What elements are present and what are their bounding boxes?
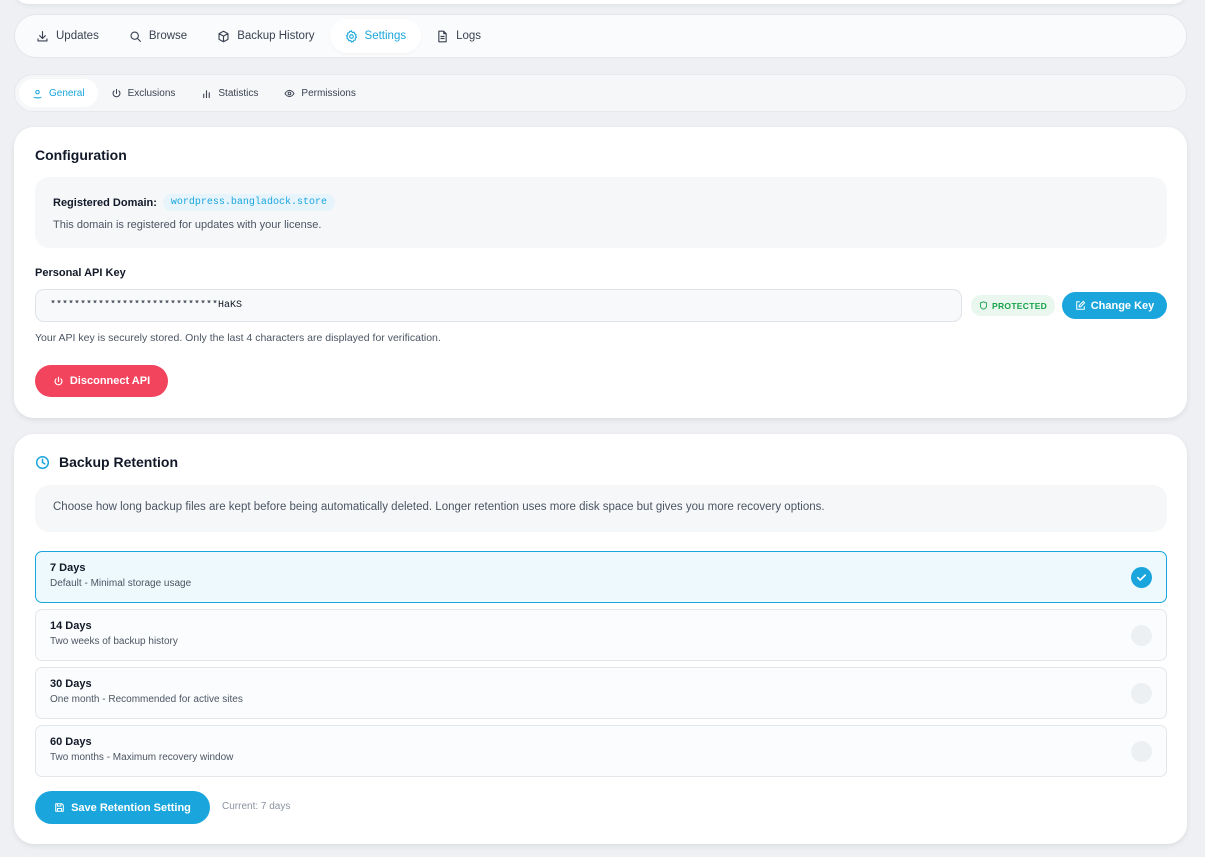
- eye-icon: [284, 89, 295, 97]
- disconnect-api-button[interactable]: Disconnect API: [35, 365, 168, 397]
- subtab-exclusions-label: Exclusions: [127, 87, 176, 99]
- power-icon: [112, 88, 121, 97]
- radio-unselected: [1131, 683, 1152, 704]
- bar-chart-icon: [203, 89, 211, 98]
- retention-title-text: Backup Retention: [59, 454, 179, 470]
- option-title: 7 Days: [50, 562, 86, 574]
- domain-note: This domain is registered for updates wi…: [53, 219, 322, 231]
- retention-option-7-days[interactable]: 7 Days Default - Minimal storage usage: [35, 551, 1167, 603]
- retention-info-box: Choose how long backup files are kept be…: [35, 485, 1167, 532]
- tab-logs-label: Logs: [456, 30, 482, 42]
- option-title: 60 Days: [50, 736, 92, 748]
- settings-sub-tab-bar: General Exclusions Statistics Permission…: [14, 74, 1187, 112]
- subtab-statistics-label: Statistics: [218, 87, 259, 99]
- retention-option-60-days[interactable]: 60 Days Two months - Maximum recovery wi…: [35, 725, 1167, 777]
- clock-icon: [35, 455, 50, 469]
- radio-selected: [1131, 567, 1152, 588]
- domain-value: wordpress.bangladock.store: [162, 194, 335, 211]
- option-desc: One month - Recommended for active sites: [50, 694, 243, 705]
- retention-title: Backup Retention: [35, 454, 178, 470]
- api-key-field[interactable]: [35, 289, 962, 322]
- configuration-title: Configuration: [35, 147, 127, 163]
- tab-backup-history[interactable]: Backup History: [202, 19, 329, 53]
- search-icon: [130, 30, 141, 42]
- subtab-permissions[interactable]: Permissions: [271, 79, 368, 107]
- option-desc: Two weeks of backup history: [50, 636, 178, 647]
- domain-row: Registered Domain: wordpress.bangladock.…: [53, 194, 335, 211]
- subtab-exclusions[interactable]: Exclusions: [98, 79, 189, 107]
- general-icon: [33, 89, 42, 98]
- tab-updates[interactable]: Updates: [21, 19, 114, 53]
- gear-icon: [345, 29, 357, 43]
- retention-description: Choose how long backup files are kept be…: [53, 501, 825, 513]
- document-icon: [438, 30, 447, 42]
- backup-retention-card: Backup Retention Choose how long backup …: [14, 434, 1187, 844]
- domain-info-box: Registered Domain: wordpress.bangladock.…: [35, 177, 1167, 248]
- api-key-label: Personal API Key: [35, 267, 126, 279]
- current-retention-label: Current: 7 days: [222, 801, 291, 812]
- option-desc: Two months - Maximum recovery window: [50, 752, 234, 763]
- save-retention-label: Save Retention Setting: [71, 801, 191, 814]
- save-retention-button[interactable]: Save Retention Setting: [35, 791, 210, 824]
- subtab-permissions-label: Permissions: [301, 87, 356, 99]
- retention-option-14-days[interactable]: 14 Days Two weeks of backup history: [35, 609, 1167, 661]
- save-icon: [55, 803, 64, 812]
- subtab-general[interactable]: General: [19, 79, 98, 107]
- power-icon: [54, 376, 63, 385]
- api-key-note: Your API key is securely stored. Only th…: [35, 332, 441, 344]
- checkmark-icon: [1137, 574, 1146, 581]
- protected-badge-label: PROTECTED: [992, 300, 1048, 311]
- option-title: 14 Days: [50, 620, 92, 632]
- shield-icon: [979, 301, 988, 310]
- tab-browse[interactable]: Browse: [114, 19, 202, 53]
- tab-settings-label: Settings: [364, 30, 407, 42]
- tab-logs[interactable]: Logs: [421, 19, 496, 53]
- edit-icon: [1075, 300, 1085, 310]
- main-tab-bar: Updates Browse Backup History Settings L…: [14, 14, 1187, 58]
- radio-unselected: [1131, 625, 1152, 646]
- domain-label: Registered Domain:: [53, 196, 157, 209]
- protected-badge: PROTECTED: [971, 295, 1056, 316]
- subtab-statistics[interactable]: Statistics: [188, 79, 271, 107]
- tab-browse-label: Browse: [148, 30, 188, 42]
- change-key-button[interactable]: Change Key: [1062, 292, 1167, 319]
- option-title: 30 Days: [50, 678, 92, 690]
- subtab-general-label: General: [49, 87, 85, 99]
- change-key-label: Change Key: [1090, 299, 1155, 312]
- download-icon: [37, 30, 48, 42]
- top-panel-edge: [14, 0, 1187, 4]
- retention-option-30-days[interactable]: 30 Days One month - Recommended for acti…: [35, 667, 1167, 719]
- radio-unselected: [1131, 741, 1152, 762]
- tab-backup-history-label: Backup History: [237, 30, 315, 42]
- disconnect-api-label: Disconnect API: [69, 375, 151, 387]
- configuration-card: Configuration Registered Domain: wordpre…: [14, 127, 1187, 418]
- option-desc: Default - Minimal storage usage: [50, 578, 192, 589]
- tab-settings[interactable]: Settings: [329, 19, 422, 53]
- tab-updates-label: Updates: [56, 30, 99, 42]
- box-icon: [218, 30, 229, 42]
